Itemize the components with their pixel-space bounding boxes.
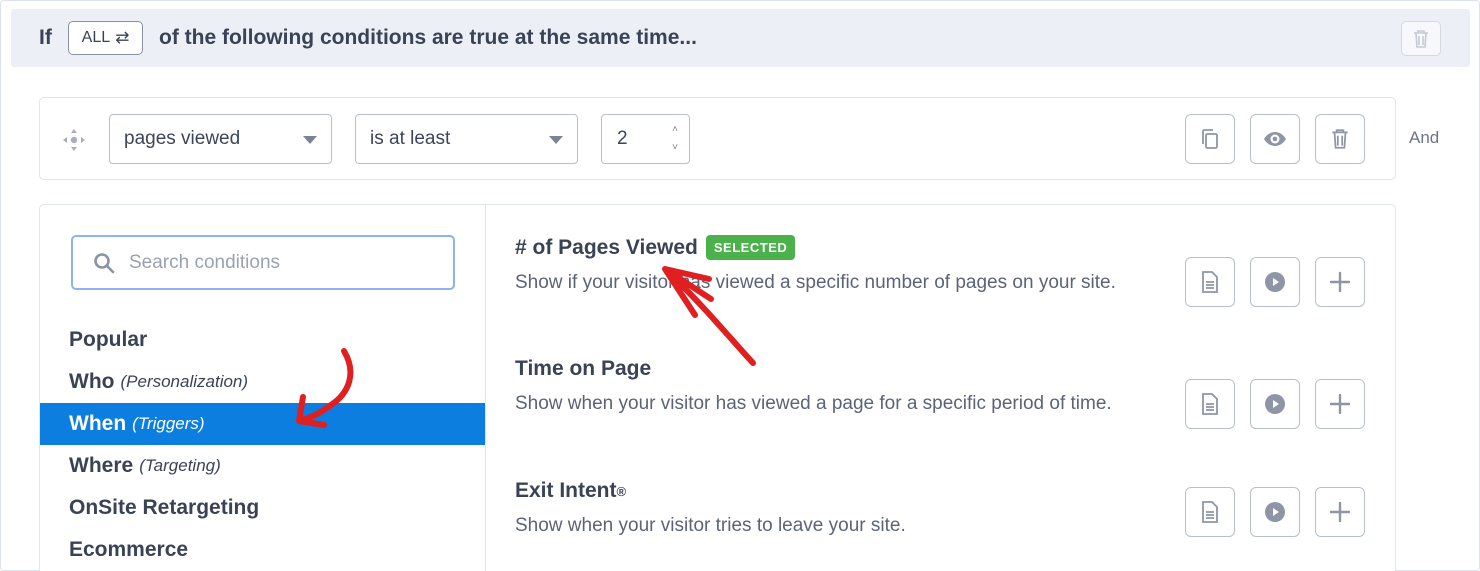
value-number-text: 2 (617, 128, 628, 149)
add-condition-button[interactable] (1315, 379, 1365, 429)
swap-arrows-icon: ⇄ (115, 28, 130, 47)
operator-select-value: is at least (370, 128, 451, 149)
category-label: OnSite Retargeting (69, 496, 260, 519)
condition-item-description: Show when your visitor has viewed a page… (515, 393, 1112, 414)
spin-up-icon[interactable]: ˄ (669, 123, 681, 137)
category-label: Who (69, 370, 115, 393)
plus-icon (1329, 393, 1351, 415)
category-sidebar: Search conditions Popular Who (Personali… (40, 205, 486, 571)
category-onsite-retargeting[interactable]: OnSite Retargeting (40, 487, 485, 529)
field-select-value: pages viewed (124, 128, 241, 149)
category-label: When (69, 412, 127, 435)
selected-badge: SELECTED (705, 235, 796, 260)
condition-item-title: # of Pages Viewed (515, 235, 698, 259)
plus-icon (1329, 271, 1351, 293)
if-label: If (39, 26, 52, 49)
document-icon (1202, 271, 1218, 293)
duplicate-condition-button[interactable] (1185, 114, 1235, 164)
value-number-input[interactable]: 2 ˄ ˅ (601, 114, 690, 164)
and-connector-label: And (1409, 128, 1440, 147)
play-icon (1265, 394, 1285, 414)
caret-down-icon (549, 136, 563, 144)
video-button[interactable] (1250, 487, 1300, 537)
plus-icon (1329, 501, 1351, 523)
category-label: Ecommerce (69, 538, 189, 561)
play-icon (1265, 502, 1285, 522)
category-label: Where (69, 454, 134, 477)
conditions-card: If ALL ⇄ of the following conditions are… (0, 0, 1480, 571)
condition-item-title: Time on Page (515, 357, 652, 380)
trash-icon (1414, 29, 1428, 48)
condition-item-title: Exit Intent (515, 479, 617, 502)
condition-item-time-on-page[interactable]: Time on Page Show when your visitor has … (515, 357, 1175, 418)
add-condition-button[interactable] (1315, 487, 1365, 537)
drag-handle-icon[interactable] (60, 126, 88, 154)
category-sublabel: (Personalization) (120, 372, 249, 391)
copy-icon (1202, 129, 1218, 149)
document-icon (1202, 393, 1218, 415)
delete-rule-button[interactable] (1401, 21, 1441, 56)
caret-down-icon (303, 136, 317, 144)
trash-icon (1332, 129, 1348, 149)
rule-header-text: of the following conditions are true at … (159, 26, 697, 49)
field-select[interactable]: pages viewed (109, 114, 332, 164)
condition-row: pages viewed is at least 2 ˄ ˅ (39, 97, 1396, 180)
number-spinner[interactable]: ˄ ˅ (669, 123, 681, 155)
docs-button[interactable] (1185, 257, 1235, 307)
category-who[interactable]: Who (Personalization) (40, 361, 485, 403)
category-when[interactable]: When (Triggers) (40, 403, 485, 445)
category-sublabel: (Targeting) (139, 456, 221, 475)
toggle-label: ALL (81, 29, 111, 46)
search-icon (94, 252, 115, 273)
rule-header: If ALL ⇄ of the following conditions are… (11, 9, 1470, 67)
preview-condition-button[interactable] (1250, 114, 1300, 164)
docs-button[interactable] (1185, 379, 1235, 429)
delete-condition-button[interactable] (1315, 114, 1365, 164)
registered-mark: ® (616, 483, 627, 499)
docs-button[interactable] (1185, 487, 1235, 537)
spin-down-icon[interactable]: ˅ (669, 141, 681, 155)
play-icon (1265, 272, 1285, 292)
search-placeholder: Search conditions (129, 251, 281, 273)
category-label: Popular (69, 328, 148, 351)
condition-item-exit-intent[interactable]: Exit Intent ® Show when your visitor trie… (515, 479, 1175, 540)
condition-item-description: Show if your visitor has viewed a specif… (515, 272, 1116, 293)
document-icon (1202, 501, 1218, 523)
condition-item-description: Show when your visitor tries to leave yo… (515, 515, 906, 536)
add-condition-button[interactable] (1315, 257, 1365, 307)
category-where[interactable]: Where (Targeting) (40, 445, 485, 487)
all-any-toggle-button[interactable]: ALL ⇄ (68, 21, 143, 55)
operator-select[interactable]: is at least (355, 114, 578, 164)
category-sublabel: (Triggers) (132, 414, 205, 433)
category-ecommerce[interactable]: Ecommerce (40, 529, 485, 571)
condition-item-pages-viewed[interactable]: # of Pages Viewed SELECTED Show if your … (515, 235, 1175, 297)
category-popular[interactable]: Popular (40, 319, 485, 361)
search-conditions-input[interactable]: Search conditions (71, 235, 455, 290)
eye-icon (1264, 132, 1286, 146)
condition-picker: Search conditions Popular Who (Personali… (39, 204, 1396, 571)
video-button[interactable] (1250, 257, 1300, 307)
video-button[interactable] (1250, 379, 1300, 429)
